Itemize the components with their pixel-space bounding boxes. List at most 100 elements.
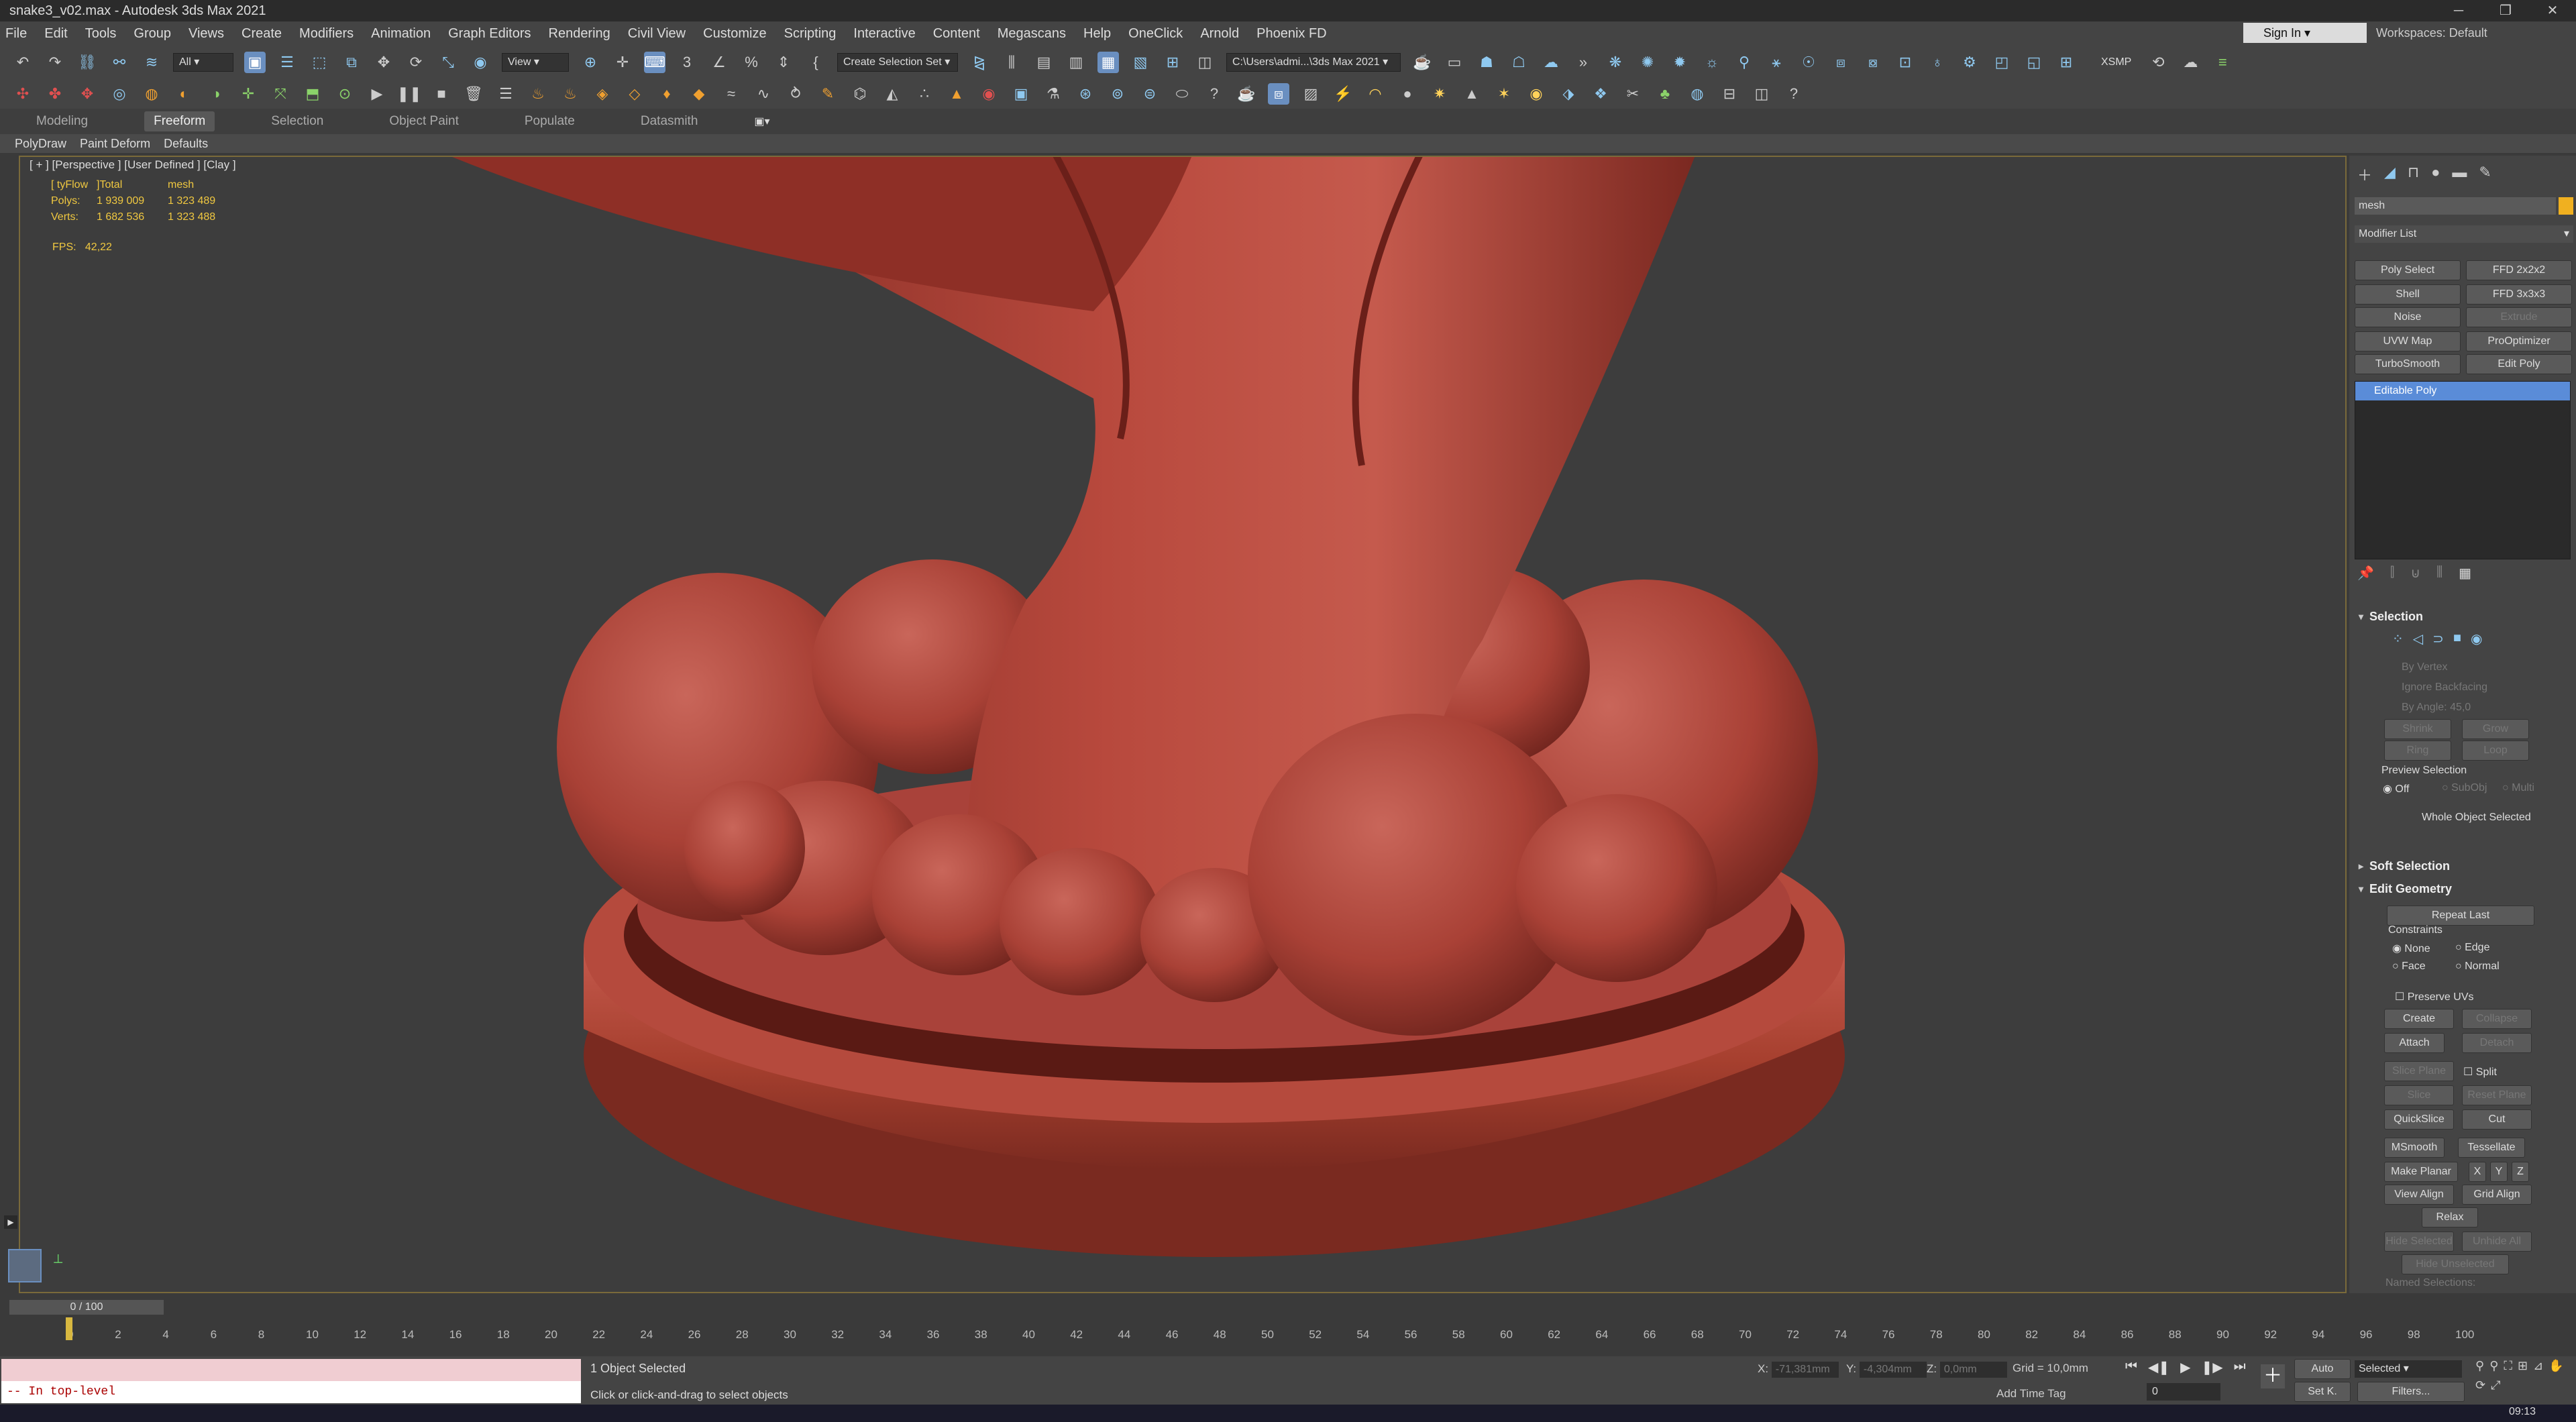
tab-modeling[interactable]: Modeling bbox=[27, 111, 97, 131]
modify-tab-icon[interactable]: ◢ bbox=[2384, 164, 2396, 185]
play-animation-icon[interactable]: ▶ bbox=[2180, 1359, 2190, 1376]
polydraw-panel[interactable]: PolyDraw bbox=[15, 137, 66, 151]
uvw-map-button[interactable]: UVW Map bbox=[2355, 331, 2461, 351]
next-frame-icon[interactable]: ❚▶ bbox=[2202, 1359, 2223, 1376]
create-camera-icon[interactable]: ◎ bbox=[109, 83, 130, 105]
filters-button[interactable]: Filters... bbox=[2357, 1382, 2465, 1402]
phoenix-record-icon[interactable]: ◉ bbox=[978, 83, 1000, 105]
toggle-layer-explorer-icon[interactable]: ▥ bbox=[1065, 52, 1087, 73]
grid-align-button[interactable]: Grid Align bbox=[2462, 1185, 2532, 1205]
scale-icon[interactable]: ⤡ bbox=[437, 52, 459, 73]
display-tab-icon[interactable]: ▬ bbox=[2452, 164, 2467, 185]
pause-icon[interactable]: ❚❚ bbox=[397, 83, 422, 105]
edit-poly-button[interactable]: Edit Poly bbox=[2466, 354, 2572, 374]
view-align-button[interactable]: View Align bbox=[2384, 1185, 2454, 1205]
light-lister-icon[interactable]: ❋ bbox=[1605, 52, 1626, 73]
stop-icon[interactable]: ■ bbox=[431, 83, 452, 105]
shell-button[interactable]: Shell bbox=[2355, 284, 2461, 305]
unlink-icon[interactable]: ⚯ bbox=[109, 52, 130, 73]
remove-modifier-icon[interactable]: ⫼ bbox=[2436, 565, 2443, 582]
rotate-gizmo-icon[interactable]: ⤧ bbox=[270, 83, 291, 105]
create-light-icon[interactable]: ✥ bbox=[76, 83, 98, 105]
unhide-all-button[interactable]: Unhide All bbox=[2462, 1232, 2532, 1252]
msmooth-button[interactable]: MSmooth bbox=[2384, 1138, 2445, 1158]
vray-clipper-icon[interactable]: ✂ bbox=[1622, 83, 1644, 105]
orbit-icon[interactable]: ⟳ bbox=[2475, 1378, 2485, 1392]
vray-dome-icon[interactable]: ◠ bbox=[1364, 83, 1386, 105]
render-setup-icon[interactable]: ☕ bbox=[1411, 52, 1433, 73]
hide-unselected-button[interactable]: Hide Unselected bbox=[2402, 1254, 2509, 1274]
previous-frame-icon[interactable]: ◀❚ bbox=[2148, 1359, 2169, 1376]
menu-views[interactable]: Views bbox=[189, 26, 224, 42]
minimize-icon[interactable]: ─ bbox=[2435, 0, 2482, 21]
physical-sky-icon[interactable]: ☉ bbox=[1798, 52, 1819, 73]
vray-sphere-icon[interactable]: ● bbox=[1397, 83, 1418, 105]
spot-light-icon[interactable]: ⚲ bbox=[1733, 52, 1755, 73]
render-frame-icon[interactable]: ⧈ bbox=[1268, 83, 1289, 105]
preserve-uvs-checkbox[interactable]: ☐ Preserve UVs bbox=[2395, 990, 2474, 1003]
prooptimizer-button[interactable]: ProOptimizer bbox=[2466, 331, 2572, 351]
workspaces-selector[interactable]: Workspaces: Default bbox=[2376, 23, 2576, 43]
help-icon[interactable]: ? bbox=[1203, 83, 1225, 105]
key-filters-icon[interactable]: ＋ bbox=[2261, 1364, 2285, 1388]
preview-multi-radio[interactable]: ○ Multi bbox=[2502, 782, 2534, 794]
vray-sun-icon[interactable]: ✷ bbox=[1429, 83, 1450, 105]
phoenix-wind-icon[interactable]: ∿ bbox=[753, 83, 774, 105]
grow-button[interactable]: Grow bbox=[2462, 719, 2529, 739]
menu-tools[interactable]: Tools bbox=[85, 26, 117, 42]
light-icon[interactable]: ✹ bbox=[1669, 52, 1690, 73]
vray-ambient-icon[interactable]: ✶ bbox=[1493, 83, 1515, 105]
teapot-icon[interactable]: ☕ bbox=[1236, 83, 1257, 105]
phoenix-fire-icon[interactable]: ♨ bbox=[559, 83, 581, 105]
arnold-render-icon[interactable]: ⚙ bbox=[1959, 52, 1980, 73]
tab-object-paint[interactable]: Object Paint bbox=[380, 111, 468, 131]
phoenix-flip-icon[interactable]: ⊜ bbox=[1139, 83, 1161, 105]
element-icon[interactable]: ◉ bbox=[2471, 631, 2482, 647]
go-to-start-icon[interactable]: ⏮ bbox=[2125, 1359, 2137, 1376]
maxscript-output[interactable] bbox=[1, 1359, 581, 1381]
menu-arnold[interactable]: Arnold bbox=[1200, 26, 1239, 42]
vray-fur-icon[interactable]: ♣ bbox=[1654, 83, 1676, 105]
expand-icon[interactable]: ▶ bbox=[4, 1215, 17, 1229]
undo-icon[interactable]: ↶ bbox=[12, 52, 34, 73]
schematic-view-icon[interactable]: ⊞ bbox=[1162, 52, 1183, 73]
render-iterative-icon[interactable]: ☖ bbox=[1508, 52, 1529, 73]
ipr-icon[interactable]: ⊡ bbox=[1894, 52, 1916, 73]
phoenix-volume-icon[interactable]: ⬭ bbox=[1171, 83, 1193, 105]
by-vertex-checkbox[interactable]: By Vertex bbox=[2402, 661, 2447, 673]
phoenix-liquid-icon[interactable]: ◈ bbox=[592, 83, 613, 105]
align-icon[interactable]: ⫼ bbox=[1001, 52, 1022, 73]
tab-freeform[interactable]: Freeform bbox=[144, 111, 215, 131]
ribbon-options-icon[interactable]: ▣▾ bbox=[754, 115, 769, 128]
menu-modifiers[interactable]: Modifiers bbox=[299, 26, 354, 42]
zoom-extents-icon[interactable]: ⛶ bbox=[2504, 1359, 2512, 1373]
relax-button[interactable]: Relax bbox=[2422, 1207, 2478, 1227]
constraint-none-radio[interactable]: ◉ None bbox=[2392, 942, 2430, 955]
create-shape-icon[interactable]: ✤ bbox=[44, 83, 66, 105]
viewport-toggle-icon[interactable]: ◱ bbox=[2023, 52, 2045, 73]
paint-deform-panel[interactable]: Paint Deform bbox=[80, 137, 150, 151]
viewport-label[interactable]: [ + ] [Perspective ] [User Defined ] [Cl… bbox=[30, 158, 236, 172]
object-color-swatch[interactable] bbox=[2559, 197, 2573, 215]
repeat-last-button[interactable]: Repeat Last bbox=[2387, 906, 2534, 926]
menu-rendering[interactable]: Rendering bbox=[549, 26, 610, 42]
selection-rollout[interactable]: Selection bbox=[2356, 606, 2572, 626]
menu-group[interactable]: Group bbox=[133, 26, 171, 42]
motion-tab-icon[interactable]: ● bbox=[2431, 164, 2440, 185]
light-bulb-icon[interactable]: ♁ bbox=[1927, 52, 1948, 73]
cloud-icon[interactable]: ☁ bbox=[2180, 52, 2201, 73]
move-gizmo-icon[interactable]: ✛ bbox=[237, 83, 259, 105]
vray-mesh-light-icon[interactable]: ◉ bbox=[1525, 83, 1547, 105]
menu-create[interactable]: Create bbox=[241, 26, 282, 42]
auto-key-button[interactable]: Auto bbox=[2294, 1359, 2351, 1379]
extrude-button[interactable]: Extrude bbox=[2466, 307, 2572, 327]
trash-icon[interactable]: 🗑 bbox=[463, 83, 484, 105]
phoenix-foam-icon[interactable]: ◆ bbox=[688, 83, 710, 105]
rotate-icon[interactable]: ⟳ bbox=[405, 52, 427, 73]
phoenix-source-icon[interactable]: ◇ bbox=[624, 83, 645, 105]
menu-oneclick[interactable]: OneClick bbox=[1128, 26, 1183, 42]
object-name-field[interactable]: mesh bbox=[2355, 197, 2556, 215]
field-of-view-icon[interactable]: ⊿ bbox=[2533, 1359, 2543, 1373]
select-by-name-icon[interactable]: ☰ bbox=[276, 52, 298, 73]
menu-animation[interactable]: Animation bbox=[371, 26, 431, 42]
